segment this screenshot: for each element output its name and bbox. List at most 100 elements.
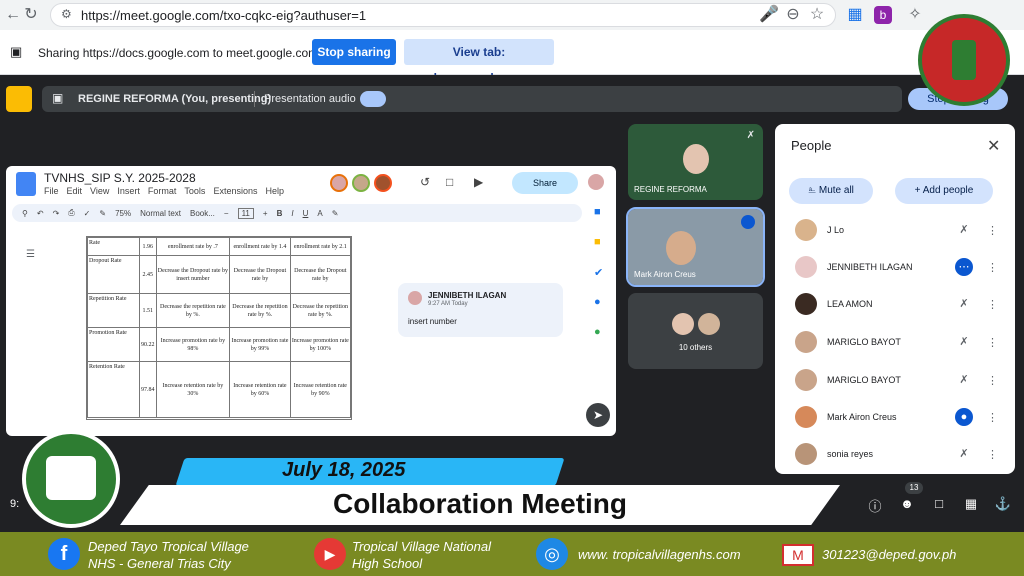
table-cell[interactable]: 2.45 — [139, 255, 157, 294]
table-cell[interactable]: 1.51 — [139, 293, 157, 328]
table-cell[interactable]: Dropout Rate — [87, 255, 140, 294]
bold-button[interactable]: B — [277, 209, 283, 218]
table-cell[interactable]: Retention Rate — [87, 361, 140, 418]
list-item[interactable]: sonia reyes ✗ ⋮ — [775, 436, 1015, 472]
table-cell[interactable]: 97.84 — [139, 361, 157, 418]
italic-button[interactable]: I — [291, 209, 293, 218]
table-cell[interactable]: enrollment rate by 2.1 — [289, 237, 352, 256]
redo-icon[interactable]: ↷ — [53, 209, 60, 218]
menu-help[interactable]: Help — [265, 186, 284, 196]
table-cell[interactable]: Decrease the Dropout rate by insert numb… — [155, 255, 231, 294]
table-cell[interactable]: Decrease the repetition rate by %. — [289, 293, 352, 328]
zoom-icon[interactable]: ⊖ — [782, 4, 804, 26]
style-select[interactable]: Normal text — [140, 209, 181, 218]
video-tile-regine[interactable]: ✗ REGINE REFORMA — [628, 124, 763, 200]
menu-extensions[interactable]: Extensions — [213, 186, 257, 196]
history-icon[interactable]: ↺ — [420, 175, 430, 189]
stop-sharing-button[interactable]: Stop sharing — [312, 39, 396, 65]
paint-format-icon[interactable]: ✎ — [99, 209, 106, 218]
collaborator-avatar[interactable] — [374, 174, 392, 192]
table-cell[interactable]: Increase promotion rate by 100% — [289, 327, 352, 362]
people-icon[interactable]: ☻ — [898, 496, 916, 514]
presentation-audio-toggle[interactable] — [360, 91, 386, 107]
menu-view[interactable]: View — [90, 186, 109, 196]
collaborator-avatar[interactable] — [330, 174, 348, 192]
info-icon[interactable]: ⓘ — [866, 496, 884, 514]
text-color-button[interactable]: A — [317, 209, 322, 218]
document-title[interactable]: TVNHS_SIP S.Y. 2025-2028 — [44, 171, 196, 185]
underline-button[interactable]: U — [303, 209, 309, 218]
address-bar[interactable]: ⚙ https://meet.google.com/txo-cqkc-eig?a… — [50, 3, 836, 27]
present-status-icon[interactable] — [6, 86, 32, 112]
table-cell[interactable]: 1.96 — [139, 237, 157, 256]
extensions-puzzle-icon[interactable]: ✧ — [904, 4, 926, 26]
table-cell[interactable]: 90.22 — [139, 327, 157, 362]
list-item[interactable]: MARIGLO BAYOT ✗ ⋮ — [775, 362, 1015, 398]
menu-format[interactable]: Format — [148, 186, 177, 196]
side-tasks-icon[interactable]: ✔ — [594, 266, 603, 279]
list-item[interactable]: J Lo ✗ ⋮ — [775, 212, 1015, 248]
mute-all-button[interactable]: ⎁ Mute all — [789, 178, 873, 204]
highlight-icon[interactable]: ✎ — [332, 209, 339, 218]
microphone-icon[interactable]: 🎤 — [758, 4, 780, 26]
add-people-button[interactable]: + Add people — [895, 178, 993, 204]
side-calendar-icon[interactable]: ■ — [594, 206, 601, 218]
table-cell[interactable]: enrollment rate by .7 — [155, 237, 231, 256]
table-cell[interactable]: Increase retention rate by 30% — [155, 361, 231, 418]
table-cell[interactable]: Repetition Rate — [87, 293, 140, 328]
extension-grid-icon[interactable]: ▦ — [844, 4, 866, 26]
search-icon[interactable]: ⚲ — [22, 209, 28, 218]
more-options-icon[interactable]: ⋮ — [987, 298, 998, 311]
table-cell[interactable]: Decrease the repetition rate by %. — [229, 293, 291, 328]
reload-icon[interactable]: ↻ — [20, 4, 42, 26]
collaborator-avatar[interactable] — [352, 174, 370, 192]
menu-insert[interactable]: Insert — [117, 186, 140, 196]
more-options-icon[interactable]: ⋮ — [987, 448, 998, 461]
spellcheck-icon[interactable]: ✓ — [84, 209, 91, 218]
bookmark-star-icon[interactable]: ☆ — [806, 4, 828, 26]
chat-icon[interactable]: □ — [930, 496, 948, 514]
more-options-icon[interactable]: ⋮ — [987, 411, 998, 424]
menu-edit[interactable]: Edit — [67, 186, 83, 196]
comment-card[interactable]: JENNIBETH ILAGAN 9:27 AM Today insert nu… — [398, 283, 563, 337]
side-keep-icon[interactable]: ■ — [594, 236, 601, 248]
docs-logo-icon[interactable] — [16, 172, 36, 196]
close-icon[interactable]: ✕ — [987, 136, 1000, 156]
table-cell[interactable]: Decrease the Dropout rate by — [289, 255, 352, 294]
list-item[interactable]: Mark Airon Creus ● ⋮ — [775, 399, 1015, 435]
menu-file[interactable]: File — [44, 186, 59, 196]
video-tile-mark[interactable]: Mark Airon Creus — [626, 207, 765, 287]
table-cell[interactable]: Decrease the repetition rate by %. — [155, 293, 231, 328]
activities-icon[interactable]: ▦ — [962, 496, 980, 514]
site-info-icon[interactable]: ⚙ — [61, 7, 72, 21]
video-tile-others[interactable]: 10 others — [628, 293, 763, 369]
more-options-icon[interactable]: ⋮ — [987, 224, 998, 237]
table-cell[interactable]: Increase retention rate by 90% — [289, 361, 352, 418]
side-contacts-icon[interactable]: ● — [594, 296, 601, 308]
list-item[interactable]: MARIGLO BAYOT ✗ ⋮ — [775, 324, 1015, 360]
more-options-icon[interactable]: ⋮ — [987, 374, 998, 387]
table-cell[interactable]: Increase retention rate by 60% — [229, 361, 291, 418]
outline-icon[interactable]: ☰ — [26, 249, 35, 260]
account-avatar[interactable] — [588, 174, 604, 190]
list-item[interactable]: LEA AMON ✗ ⋮ — [775, 286, 1015, 322]
table-cell[interactable]: enrollment rate by 1.4 — [229, 237, 291, 256]
table-cell[interactable]: Promotion Rate — [87, 327, 140, 362]
table-cell[interactable]: Rate — [87, 237, 140, 256]
undo-icon[interactable]: ↶ — [37, 209, 44, 218]
host-controls-icon[interactable]: ⚓ — [994, 496, 1012, 514]
print-icon[interactable]: ⎙ — [68, 208, 74, 218]
more-options-icon[interactable]: ⋮ — [987, 261, 998, 274]
font-size-decrease[interactable]: − — [224, 209, 229, 218]
font-select[interactable]: Book... — [190, 209, 215, 218]
table-cell[interactable]: Decrease the Dropout rate by — [229, 255, 291, 294]
table-cell[interactable]: Increase promotion rate by 99% — [229, 327, 291, 362]
font-size-increase[interactable]: + — [263, 209, 268, 218]
font-size-input[interactable]: 11 — [237, 207, 254, 219]
side-maps-icon[interactable]: ● — [594, 326, 601, 338]
table-cell[interactable]: Increase promotion rate by 98% — [155, 327, 231, 362]
extension-b-icon[interactable]: b — [874, 6, 892, 24]
docs-share-button[interactable]: Share — [512, 172, 578, 194]
list-item[interactable]: JENNIBETH ILAGAN ⋯ ⋮ — [775, 249, 1015, 285]
view-tab-button[interactable]: View tab: docs.google.com — [404, 39, 554, 85]
